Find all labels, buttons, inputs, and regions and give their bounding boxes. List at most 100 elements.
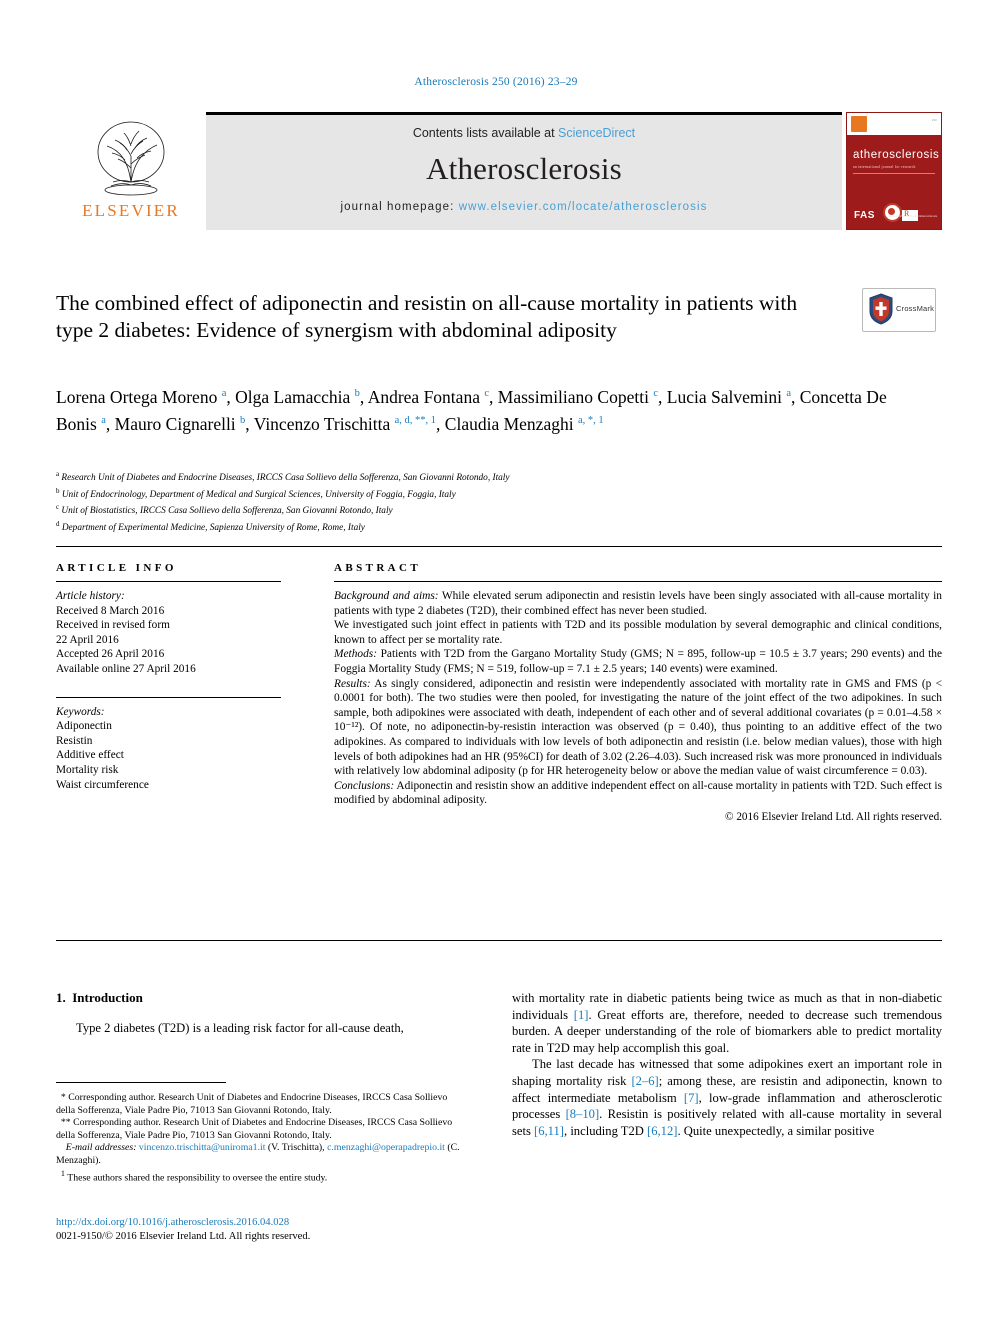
affiliation-mark: a (56, 470, 60, 478)
keyword-item: Resistin (56, 734, 93, 747)
author-name: Olga Lamacchia (235, 386, 355, 407)
footnote-mark: * (56, 1092, 66, 1103)
article-info-rule (56, 581, 281, 582)
citation-link[interactable]: [1] (574, 1008, 589, 1022)
journal-homepage-link[interactable]: www.elsevier.com/locate/atherosclerosis (459, 201, 708, 213)
article-history-item: Received in revised form (56, 619, 170, 632)
affiliation-item: c Unit of Biostatistics, IRCCS Casa Soll… (56, 503, 393, 517)
footnote-item: * Corresponding author. Research Unit of… (56, 1092, 448, 1116)
crossmark-badge[interactable]: CrossMark (862, 288, 936, 332)
author-affiliation-mark: c (653, 388, 658, 399)
doi-link[interactable]: http://dx.doi.org/10.1016/j.atherosclero… (56, 1216, 468, 1230)
citation-link[interactable]: [2–6] (631, 1074, 658, 1088)
introduction-heading: 1. Introduction (56, 990, 466, 1006)
article-history-label: Article history: (56, 590, 125, 602)
cover-journal-subtitle: an international journal for research (853, 165, 916, 169)
abstract-heading: ABSTRACT (334, 562, 422, 574)
footnote-list: * Corresponding author. Research Unit of… (56, 1092, 468, 1142)
article-info-heading: ARTICLE INFO (56, 562, 177, 574)
doi-block: http://dx.doi.org/10.1016/j.atherosclero… (56, 1216, 468, 1244)
shared-authorship-note: 1 These authors shared the responsibilit… (56, 1168, 468, 1185)
abstract-rule (334, 581, 942, 582)
author-name: Claudia Menzaghi (444, 413, 578, 434)
introduction-right-column: with mortality rate in diabetic patients… (512, 990, 942, 1139)
citation-link[interactable]: [6,11] (534, 1124, 564, 1138)
title-block: The combined effect of adiponectin and r… (56, 290, 836, 344)
abstract-paragraph-label: Results: (334, 677, 371, 690)
email-link-2[interactable]: c.menzaghi@operapadrepio.it (327, 1142, 445, 1153)
email-author-1: (V. Trischitta), (265, 1142, 328, 1154)
email-note-label: E-mail addresses: (65, 1142, 137, 1154)
author-affiliation-mark: a, *, 1 (577, 414, 604, 426)
sciencedirect-link[interactable]: ScienceDirect (558, 126, 635, 140)
elsevier-wordmark: ELSEVIER (82, 201, 180, 220)
abstract-column: ABSTRACT Background and aims: While elev… (334, 562, 942, 823)
section-title: Introduction (72, 990, 143, 1005)
author-affiliation-mark: a (101, 414, 106, 426)
homepage-prefix: journal homepage: (340, 201, 459, 213)
affiliation-mark: c (56, 503, 60, 512)
email-note: E-mail addresses: vincenzo.trischitta@un… (56, 1142, 468, 1167)
keyword-item: Adiponectin (56, 720, 112, 733)
keywords-label: Keywords: (56, 705, 105, 718)
elsevier-logo: ELSEVIER (56, 112, 206, 230)
body-paragraph: The last decade has witnessed that some … (512, 1057, 943, 1138)
affiliation-item: a Research Unit of Diabetes and Endocrin… (56, 470, 510, 484)
author-name: Lorena Ortega Moreno (56, 386, 222, 407)
author-affiliation-mark: c (484, 388, 490, 399)
abstract-paragraph: Background and aims: While elevated seru… (334, 590, 942, 617)
body-paragraph: with mortality rate in diabetic patients… (512, 991, 943, 1055)
running-head: Atherosclerosis 250 (2016) 23–29 (414, 76, 578, 88)
journal-title: Atherosclerosis (426, 151, 622, 186)
article-history-item: Available online 27 April 2016 (56, 662, 196, 675)
page-title: The combined effect of adiponectin and r… (56, 291, 798, 342)
keyword-item: Additive effect (56, 749, 124, 762)
divider-top (56, 546, 942, 547)
abstract-paragraph-label: Background and aims: (334, 590, 439, 602)
author-affiliation-mark: a (786, 388, 791, 399)
paper-page: Atherosclerosis 250 (2016) 23–29 ELSEVIE… (0, 0, 992, 1323)
citation-link[interactable]: [8–10] (566, 1107, 600, 1121)
keywords-rule (56, 696, 281, 698)
keywords-block: Keywords: Adiponectin Resistin Additive ef… (56, 696, 281, 793)
email-link-1[interactable]: vincenzo.trischitta@uniroma1.it (139, 1142, 266, 1153)
cover-society-label: FAS (854, 210, 875, 221)
cover-url-text: www.elsevier.com/locate/atherosclerosis (888, 214, 937, 218)
author-affiliation-mark: b (240, 414, 246, 426)
article-history: Article history: Received 8 March 2016 Re… (56, 589, 281, 677)
author-affiliation-mark: a (221, 388, 227, 399)
cover-journal-title: atherosclerosis (853, 149, 940, 161)
author-name: Massimiliano Copetti (497, 386, 654, 407)
masthead-center: Contents lists available at ScienceDirec… (206, 112, 842, 230)
abstract-paragraph: Methods: Patients with T2D from the Garg… (334, 648, 942, 675)
author-affiliation-mark: a, d, **, 1 (394, 414, 437, 426)
cover-issue-text: 250 (931, 118, 937, 122)
issn-copyright-line: 0021-9150/© 2016 Elsevier Ireland Ltd. A… (56, 1231, 311, 1242)
article-history-item: Received 8 March 2016 (56, 604, 165, 617)
contents-prefix: Contents lists available at (412, 126, 559, 140)
citation-link[interactable]: [6,12] (647, 1124, 677, 1138)
author-affiliation-mark: b (354, 388, 360, 399)
article-history-item: 22 April 2016 (56, 633, 119, 646)
footnote-divider (56, 1082, 226, 1083)
crossmark-shield-icon (869, 293, 893, 325)
abstract-paragraph: Results: As singly considered, adiponect… (334, 677, 942, 778)
divider-bottom (56, 940, 942, 941)
abstract-paragraph: We investigated such joint effect in pat… (334, 619, 942, 646)
affiliation-item: d Department of Experimental Medicine, S… (56, 520, 365, 534)
section-number: 1. (56, 990, 66, 1005)
keywords-items: Adiponectin Resistin Additive effect Mortal… (56, 719, 281, 792)
author-name: Lucia Salvemini (666, 386, 787, 407)
footnote-block: * Corresponding author. Research Unit of… (56, 1092, 468, 1184)
abstract-paragraph-label: Methods: (334, 648, 378, 661)
abstract-paragraph: Conclusions: Adiponectin and resistin sh… (334, 779, 942, 807)
keyword-item: Waist circumference (56, 778, 149, 791)
cover-seal-icon (883, 203, 902, 222)
crossmark-label: CrossMark (896, 304, 935, 313)
footnote-item: ** Corresponding author. Research Unit o… (56, 1117, 453, 1141)
introduction-right-text: with mortality rate in diabetic patients… (512, 990, 942, 1139)
crossmark-box[interactable]: CrossMark (862, 288, 936, 332)
journal-homepage-line: journal homepage: www.elsevier.com/locat… (206, 201, 842, 213)
cover-art: 250 atherosclerosis an international jou… (846, 112, 942, 230)
citation-link[interactable]: [7] (684, 1091, 699, 1105)
